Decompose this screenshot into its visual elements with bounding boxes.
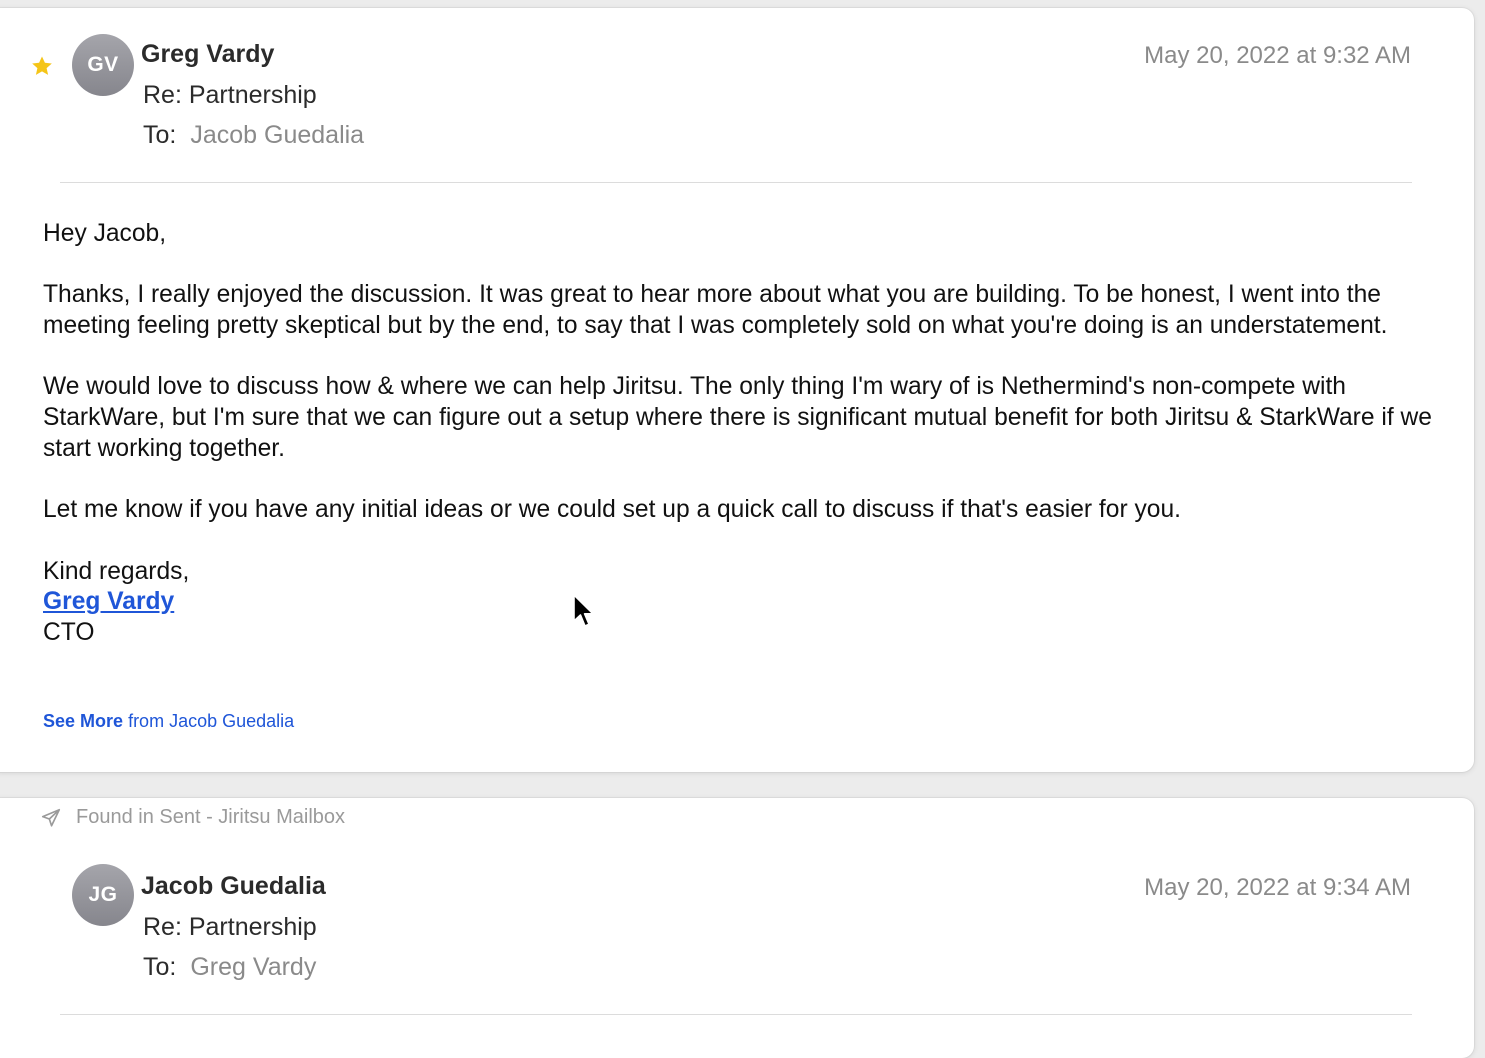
to-label: To: xyxy=(143,953,177,981)
recipient-row: To: Greg Vardy xyxy=(143,953,316,982)
subject-line: Re: Partnership xyxy=(143,81,317,109)
mouse-pointer-icon xyxy=(573,594,594,627)
body-paragraph: We would love to discuss how & where we … xyxy=(43,373,1432,462)
to-label: To: xyxy=(143,121,177,149)
avatar[interactable]: GV xyxy=(72,34,134,96)
avatar[interactable]: JG xyxy=(72,864,134,926)
signature-title: CTO xyxy=(43,619,95,647)
signature-closing: Kind regards, xyxy=(43,557,190,585)
recipient-row: To: Jacob Guedalia xyxy=(143,121,364,150)
paper-plane-icon xyxy=(41,808,61,827)
star-icon[interactable] xyxy=(30,54,54,78)
body-paragraph: Let me know if you have any initial idea… xyxy=(43,496,1181,524)
header-divider xyxy=(60,182,1412,183)
see-more-link[interactable]: See More from Jacob Guedalia xyxy=(43,711,294,732)
signature-name-row: Greg Vardy xyxy=(43,587,1443,618)
header-divider xyxy=(60,1014,1412,1015)
body-greeting: Hey Jacob, xyxy=(43,220,167,247)
found-in-banner: Found in Sent - Jiritsu Mailbox xyxy=(40,806,345,829)
message-date: May 20, 2022 at 9:32 AM xyxy=(1144,42,1411,69)
found-in-label: Found in Sent - Jiritsu Mailbox xyxy=(76,806,346,828)
message-date: May 20, 2022 at 9:34 AM xyxy=(1144,874,1411,901)
subject-line: Re: Partnership xyxy=(143,913,317,941)
recipient-name[interactable]: Greg Vardy xyxy=(190,953,316,981)
sender-name[interactable]: Greg Vardy xyxy=(141,40,274,69)
see-more-label: See More xyxy=(43,711,124,731)
sender-name[interactable]: Jacob Guedalia xyxy=(141,872,326,901)
see-more-source: from Jacob Guedalia xyxy=(128,711,295,731)
body-paragraph: Thanks, I really enjoyed the discussion.… xyxy=(43,281,1388,340)
message-body: Hey Jacob, Thanks, I really enjoyed the … xyxy=(43,219,1443,649)
signature-name-link[interactable]: Greg Vardy xyxy=(43,588,174,615)
recipient-name[interactable]: Jacob Guedalia xyxy=(190,121,364,149)
